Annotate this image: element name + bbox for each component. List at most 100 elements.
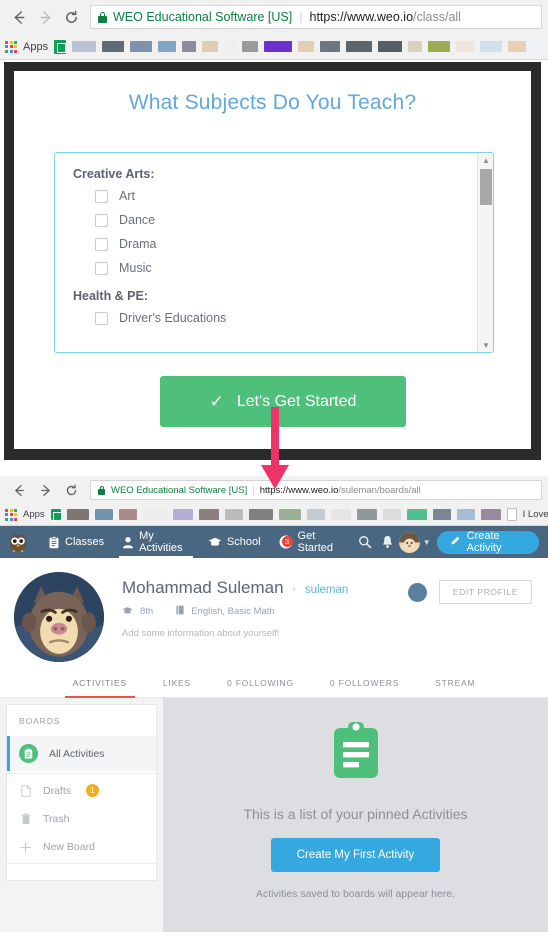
checkbox-row-drama[interactable]: Drama <box>73 237 477 251</box>
bookmark-blur-19[interactable] <box>532 41 547 52</box>
checkbox-drivers-education[interactable] <box>95 311 108 325</box>
bookmark-blur-3[interactable] <box>130 41 153 52</box>
create-activity-button[interactable]: Create Activity <box>436 530 539 554</box>
bookmark-blur-b9[interactable] <box>278 509 301 520</box>
bookmark-blur-11[interactable] <box>320 41 341 52</box>
edit-profile-button[interactable]: EDIT PROFILE <box>438 580 532 604</box>
bookmark-blur-5[interactable] <box>182 41 197 52</box>
triangle-down-icon[interactable]: ▼ <box>478 338 493 352</box>
bookmark-blur-b16[interactable] <box>456 509 475 520</box>
address-bar-bottom[interactable]: WEO Educational Software [US] | https://… <box>90 480 542 500</box>
bookmark-blur-b11[interactable] <box>330 509 351 520</box>
create-first-activity-button[interactable]: Create My First Activity <box>270 838 441 872</box>
apps-grid-icon[interactable] <box>5 40 17 53</box>
apps-label-bottom[interactable]: Apps <box>23 509 45 520</box>
subjects-scroll-panel[interactable]: Creative Arts: Art Dance Drama Music Hea… <box>54 152 494 353</box>
nav-item-get-started[interactable]: 3 Get Started <box>270 526 354 558</box>
forward-icon[interactable] <box>32 4 58 30</box>
checkbox-drama[interactable] <box>95 237 108 251</box>
reload-icon[interactable] <box>58 4 84 30</box>
chevron-down-icon[interactable]: ▼ <box>423 538 431 547</box>
profile-grade: 8th <box>140 606 154 617</box>
bookmark-blur-14[interactable] <box>408 41 423 52</box>
nav-item-school[interactable]: School <box>199 526 270 558</box>
nav-item-my-activities[interactable]: My Activities <box>113 526 199 558</box>
tab-following[interactable]: 0 FOLLOWING <box>209 670 312 698</box>
checkbox-row-music[interactable]: Music <box>73 261 477 275</box>
bookmark-blur-15[interactable] <box>428 41 451 52</box>
tab-likes[interactable]: LIKES <box>145 670 209 698</box>
checkbox-label-drivers-education: Driver's Educations <box>119 311 227 325</box>
bookmark-blur-10[interactable] <box>298 41 315 52</box>
bookmark-blur-b3[interactable] <box>118 509 137 520</box>
checkbox-row-art[interactable]: Art <box>73 189 477 203</box>
lets-get-started-button[interactable]: ✓ Let's Get Started <box>160 376 406 427</box>
subjects-scrollbar[interactable]: ▲ ▼ <box>477 153 493 352</box>
address-bar[interactable]: WEO Educational Software [US] | https://… <box>90 5 542 29</box>
sidebar-item-trash[interactable]: Trash <box>7 805 156 833</box>
bookmark-blur-18[interactable] <box>508 41 527 52</box>
bookmark-blur-b8[interactable] <box>248 509 273 520</box>
bookmark-blur-b4[interactable] <box>142 509 167 520</box>
sheets-bookmark-icon[interactable] <box>54 39 67 54</box>
checkbox-music[interactable] <box>95 261 108 275</box>
triangle-up-icon[interactable]: ▲ <box>478 153 493 167</box>
bookmark-blur-b17[interactable] <box>480 509 501 520</box>
apps-grid-icon-bottom[interactable] <box>5 508 17 521</box>
bell-icon[interactable] <box>376 526 399 558</box>
bookmark-blur-b2[interactable] <box>94 509 113 520</box>
bookmark-blur-b7[interactable] <box>224 509 243 520</box>
bookmark-blur-b15[interactable] <box>432 509 451 520</box>
bookmark-blur-16[interactable] <box>456 41 475 52</box>
create-activity-label: Create Activity <box>466 530 502 554</box>
back-icon[interactable] <box>6 4 32 30</box>
tab-activities[interactable]: ACTIVITIES <box>55 670 145 698</box>
sidebar-item-drafts[interactable]: Drafts 1 <box>7 776 156 805</box>
page-bookmark-icon[interactable] <box>506 508 517 521</box>
bookmark-blur-8[interactable] <box>242 41 259 52</box>
bookmark-blur-13[interactable] <box>378 41 403 52</box>
nav-item-classes[interactable]: Classes <box>39 526 113 558</box>
forward-icon-bottom[interactable] <box>32 477 58 503</box>
apps-label[interactable]: Apps <box>23 41 48 53</box>
scrollbar-thumb[interactable] <box>480 169 492 205</box>
bookmark-blur-b12[interactable] <box>356 509 377 520</box>
clipboard-icon-large <box>329 720 383 782</box>
bookmark-blur-b1[interactable] <box>66 509 89 520</box>
browser-chrome-bottom: WEO Educational Software [US] | https://… <box>0 476 548 526</box>
bookmark-blur-6[interactable] <box>202 41 219 52</box>
tab-stream[interactable]: STREAM <box>417 670 493 698</box>
bookmark-blur-17[interactable] <box>480 41 503 52</box>
bookmark-blur-2[interactable] <box>102 41 125 52</box>
back-icon-bottom[interactable] <box>6 477 32 503</box>
bookmark-blur-4[interactable] <box>158 41 177 52</box>
reload-icon-bottom[interactable] <box>58 477 84 503</box>
tab-followers[interactable]: 0 FOLLOWERS <box>312 670 417 698</box>
bookmark-blur-7[interactable] <box>224 41 237 52</box>
profile-handle-link[interactable]: suleman <box>305 584 348 596</box>
bookmark-blur-1[interactable] <box>72 41 97 52</box>
sidebar-divider <box>7 773 156 774</box>
checkbox-row-drivers-education[interactable]: Driver's Educations <box>73 311 477 325</box>
sheets-bookmark-icon-bottom[interactable] <box>50 509 63 522</box>
bookmark-blur-9[interactable] <box>264 41 293 52</box>
bookmark-blur-b10[interactable] <box>306 509 325 520</box>
search-icon[interactable] <box>353 526 376 558</box>
bookmark-blur-b6[interactable] <box>198 509 219 520</box>
bookmark-label-free-software[interactable]: I Love Free Software <box>523 509 548 520</box>
sidebar-item-new-board[interactable]: New Board <box>7 833 156 861</box>
user-avatar-icon[interactable] <box>398 531 420 553</box>
sidebar-divider-bottom <box>7 863 156 864</box>
status-circle-icon[interactable] <box>407 582 427 602</box>
bookmark-blur-b5[interactable] <box>172 509 193 520</box>
profile-bio-placeholder[interactable]: Add some information about yourself! <box>122 628 548 639</box>
owl-logo-icon[interactable] <box>7 532 29 553</box>
checkbox-row-dance[interactable]: Dance <box>73 213 477 227</box>
bookmark-blur-12[interactable] <box>346 41 373 52</box>
checkbox-art[interactable] <box>95 189 108 203</box>
gorilla-avatar-icon[interactable] <box>14 572 104 662</box>
bookmark-blur-b14[interactable] <box>406 509 427 520</box>
bookmark-blur-b13[interactable] <box>382 509 401 520</box>
checkbox-dance[interactable] <box>95 213 108 227</box>
sidebar-item-all-activities[interactable]: All Activities <box>7 736 156 771</box>
